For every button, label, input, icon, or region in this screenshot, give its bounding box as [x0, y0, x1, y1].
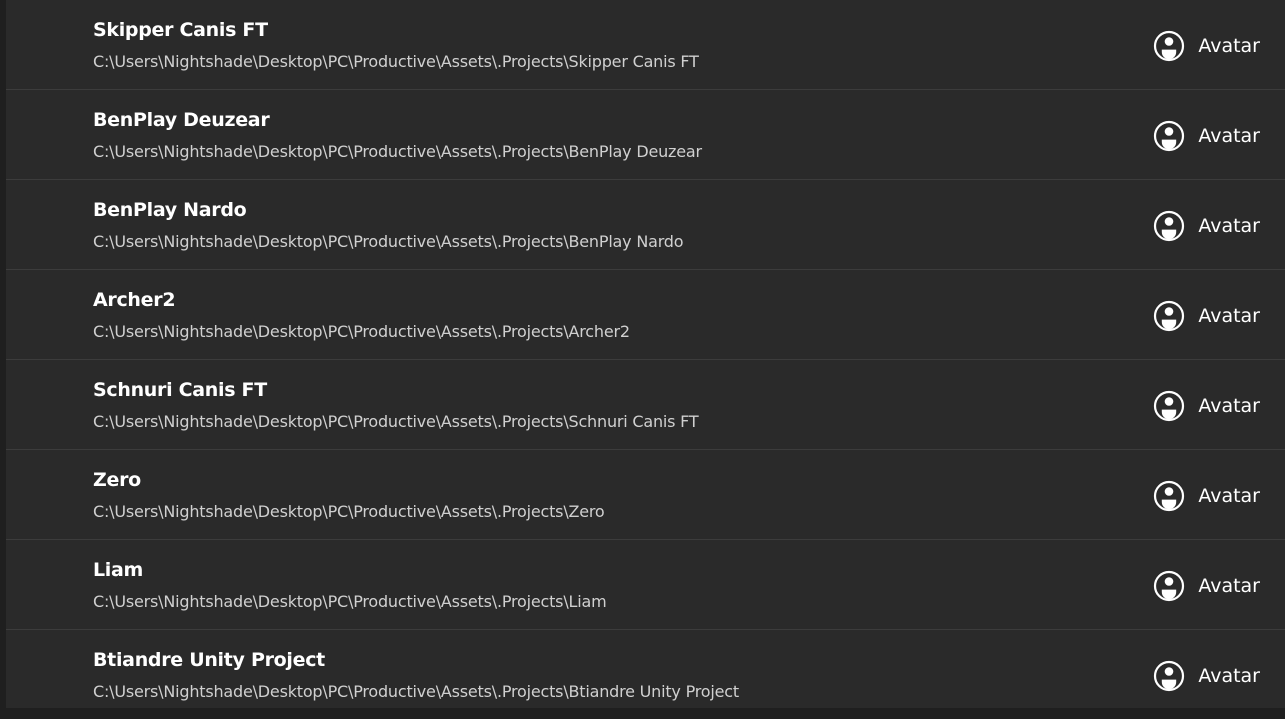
project-row[interactable]: BenPlay Nardo C:\Users\Nightshade\Deskto… [6, 180, 1285, 270]
project-name: Skipper Canis FT [93, 19, 268, 41]
project-name: BenPlay Nardo [93, 199, 247, 221]
project-type-label: Avatar [1198, 215, 1260, 237]
avatar-icon [1154, 30, 1185, 62]
project-path: C:\Users\Nightshade\Desktop\PC\Productiv… [93, 52, 699, 71]
project-row[interactable]: Skipper Canis FT C:\Users\Nightshade\Des… [6, 0, 1285, 90]
project-name: Btiandre Unity Project [93, 649, 325, 671]
project-type-label: Avatar [1198, 575, 1260, 597]
project-type-label: Avatar [1198, 305, 1260, 327]
avatar-icon [1154, 300, 1185, 332]
avatar-icon [1154, 120, 1185, 152]
project-type-label: Avatar [1198, 395, 1260, 417]
project-path: C:\Users\Nightshade\Desktop\PC\Productiv… [93, 232, 684, 251]
project-path: C:\Users\Nightshade\Desktop\PC\Productiv… [93, 682, 739, 701]
project-name: Archer2 [93, 289, 176, 311]
project-path: C:\Users\Nightshade\Desktop\PC\Productiv… [93, 592, 607, 611]
project-type-badge: Avatar [1153, 660, 1260, 692]
project-type-label: Avatar [1198, 125, 1260, 147]
project-row[interactable]: Zero C:\Users\Nightshade\Desktop\PC\Prod… [6, 450, 1285, 540]
avatar-icon [1154, 660, 1185, 692]
project-name: Schnuri Canis FT [93, 379, 267, 401]
project-type-badge: Avatar [1153, 30, 1260, 62]
avatar-icon [1154, 210, 1185, 242]
avatar-icon [1154, 480, 1185, 512]
project-row[interactable]: Btiandre Unity Project C:\Users\Nightsha… [6, 630, 1285, 719]
project-row[interactable]: Liam C:\Users\Nightshade\Desktop\PC\Prod… [6, 540, 1285, 630]
project-row[interactable]: BenPlay Deuzear C:\Users\Nightshade\Desk… [6, 90, 1285, 180]
project-type-label: Avatar [1198, 665, 1260, 687]
project-row[interactable]: Schnuri Canis FT C:\Users\Nightshade\Des… [6, 360, 1285, 450]
project-type-badge: Avatar [1153, 480, 1260, 512]
project-row[interactable]: Archer2 C:\Users\Nightshade\Desktop\PC\P… [6, 270, 1285, 360]
project-list: Skipper Canis FT C:\Users\Nightshade\Des… [6, 0, 1285, 708]
project-type-badge: Avatar [1153, 210, 1260, 242]
project-type-label: Avatar [1198, 35, 1260, 57]
avatar-icon [1154, 570, 1185, 602]
project-type-label: Avatar [1198, 485, 1260, 507]
project-path: C:\Users\Nightshade\Desktop\PC\Productiv… [93, 412, 699, 431]
project-type-badge: Avatar [1153, 300, 1260, 332]
project-name: Zero [93, 469, 141, 491]
project-path: C:\Users\Nightshade\Desktop\PC\Productiv… [93, 142, 702, 161]
project-path: C:\Users\Nightshade\Desktop\PC\Productiv… [93, 322, 630, 341]
project-type-badge: Avatar [1153, 570, 1260, 602]
project-type-badge: Avatar [1153, 390, 1260, 422]
project-path: C:\Users\Nightshade\Desktop\PC\Productiv… [93, 502, 605, 521]
avatar-icon [1154, 390, 1185, 422]
project-name: BenPlay Deuzear [93, 109, 270, 131]
project-type-badge: Avatar [1153, 120, 1260, 152]
project-name: Liam [93, 559, 144, 581]
